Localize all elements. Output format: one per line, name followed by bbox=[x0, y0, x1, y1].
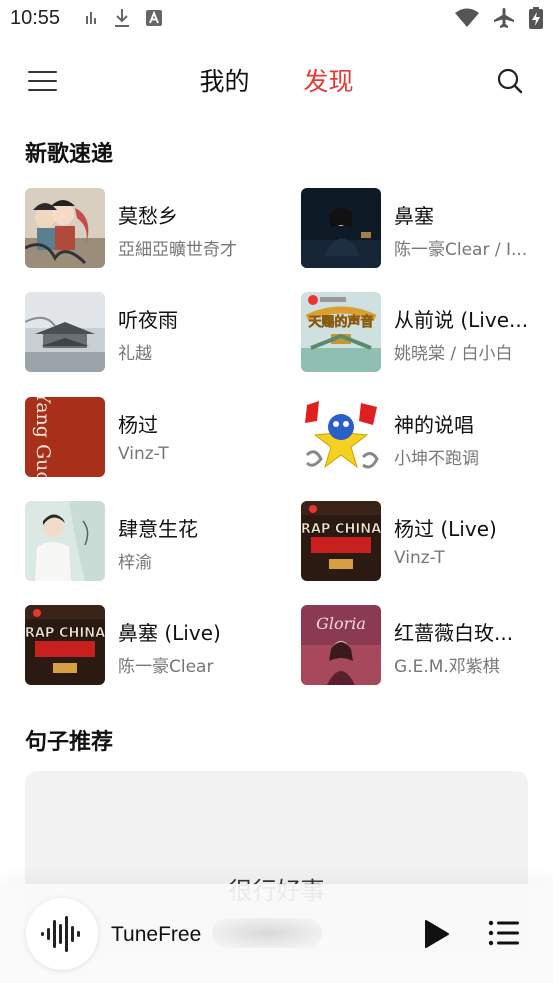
download-icon bbox=[114, 8, 130, 28]
song-artist: 小坤不跑调 bbox=[394, 449, 479, 469]
song-artist: Vinz-T bbox=[394, 548, 445, 568]
album-cover bbox=[25, 292, 105, 372]
player-album-art[interactable] bbox=[26, 898, 98, 970]
album-cover: 天赐的声音 bbox=[301, 292, 381, 372]
song-item[interactable]: Gloria 红蔷薇白玫... G.E.M.邓紫棋 bbox=[301, 605, 551, 685]
song-title: 莫愁乡 bbox=[118, 204, 178, 228]
airplane-icon bbox=[493, 7, 515, 29]
status-right-icons bbox=[455, 7, 543, 29]
battery-charging-icon bbox=[529, 7, 543, 29]
top-header: 我的 发现 bbox=[0, 54, 553, 108]
player-subtitle-placeholder bbox=[212, 918, 322, 948]
song-artist: Vinz-T bbox=[118, 444, 169, 464]
svg-text:Gloria: Gloria bbox=[316, 614, 366, 633]
song-title: 神的说唱 bbox=[394, 413, 474, 437]
song-item[interactable]: RAP CHINA 鼻塞 (Live) 陈一豪Clear bbox=[25, 605, 275, 685]
section-title-new-songs: 新歌速递 bbox=[25, 142, 114, 167]
album-cover: Yang Guo bbox=[25, 397, 105, 477]
svg-text:天赐的声音: 天赐的声音 bbox=[308, 314, 373, 330]
status-left-icons bbox=[86, 8, 162, 28]
album-cover: RAP CHINA bbox=[25, 605, 105, 685]
album-cover: RAP CHINA bbox=[301, 501, 381, 581]
search-icon[interactable] bbox=[497, 68, 523, 94]
song-item[interactable]: 鼻塞 陈一豪Clear / I... bbox=[301, 188, 551, 268]
status-bar: 10:55 bbox=[0, 0, 553, 38]
status-time: 10:55 bbox=[10, 7, 61, 29]
song-title: 鼻塞 (Live) bbox=[118, 621, 221, 645]
song-title: 鼻塞 bbox=[394, 204, 434, 228]
song-title: 杨过 bbox=[118, 413, 158, 437]
svg-text:RAP CHINA: RAP CHINA bbox=[25, 626, 105, 641]
playlist-icon[interactable] bbox=[488, 920, 520, 946]
song-item[interactable]: 天赐的声音 从前说 (Live... 姚晓棠 / 白小白 bbox=[301, 292, 551, 372]
song-artist: 梓渝 bbox=[118, 553, 152, 573]
font-a-icon bbox=[146, 10, 162, 26]
wifi-icon bbox=[455, 8, 479, 28]
song-artist: 姚晓棠 / 白小白 bbox=[394, 344, 513, 364]
tab-mine[interactable]: 我的 bbox=[199, 62, 249, 98]
song-item[interactable]: Yang Guo 杨过 Vinz-T bbox=[25, 397, 275, 477]
song-title: 红蔷薇白玫... bbox=[394, 621, 514, 645]
song-item[interactable]: RAP CHINA 杨过 (Live) Vinz-T bbox=[301, 501, 551, 581]
song-item[interactable]: 肆意生花 梓渝 bbox=[25, 501, 275, 581]
svg-text:RAP CHINA: RAP CHINA bbox=[301, 522, 381, 537]
song-title: 从前说 (Live... bbox=[394, 308, 529, 332]
song-title: 听夜雨 bbox=[118, 308, 178, 332]
mini-player[interactable]: TuneFree bbox=[0, 884, 553, 983]
signal-bars-icon bbox=[86, 10, 98, 26]
song-title: 肆意生花 bbox=[118, 517, 198, 541]
song-item[interactable]: 莫愁乡 亞細亞曠世奇才 bbox=[25, 188, 275, 268]
album-cover bbox=[301, 397, 381, 477]
song-title: 杨过 (Live) bbox=[394, 517, 497, 541]
song-artist: 陈一豪Clear / I... bbox=[394, 240, 528, 260]
tab-bar: 我的 发现 bbox=[0, 62, 553, 98]
album-cover: Gloria bbox=[301, 605, 381, 685]
album-cover bbox=[25, 501, 105, 581]
tab-discover[interactable]: 发现 bbox=[304, 62, 354, 98]
song-artist: 亞細亞曠世奇才 bbox=[118, 240, 237, 260]
play-icon[interactable] bbox=[423, 919, 451, 949]
song-artist: 陈一豪Clear bbox=[118, 657, 214, 677]
album-cover bbox=[301, 188, 381, 268]
song-item[interactable]: 听夜雨 礼越 bbox=[25, 292, 275, 372]
section-title-sentences: 句子推荐 bbox=[25, 730, 114, 755]
player-title: TuneFree bbox=[111, 923, 202, 946]
svg-text:Yang Guo: Yang Guo bbox=[32, 397, 54, 477]
song-artist: 礼越 bbox=[118, 344, 152, 364]
app-screen: 10:55 我的 发现 新歌速递 莫愁乡 亞細亞曠世奇才 鼻塞 陈一豪Clear… bbox=[0, 0, 553, 983]
album-cover bbox=[25, 188, 105, 268]
song-artist: G.E.M.邓紫棋 bbox=[394, 657, 500, 677]
song-item[interactable]: 神的说唱 小坤不跑调 bbox=[301, 397, 551, 477]
sound-wave-icon bbox=[41, 916, 80, 952]
